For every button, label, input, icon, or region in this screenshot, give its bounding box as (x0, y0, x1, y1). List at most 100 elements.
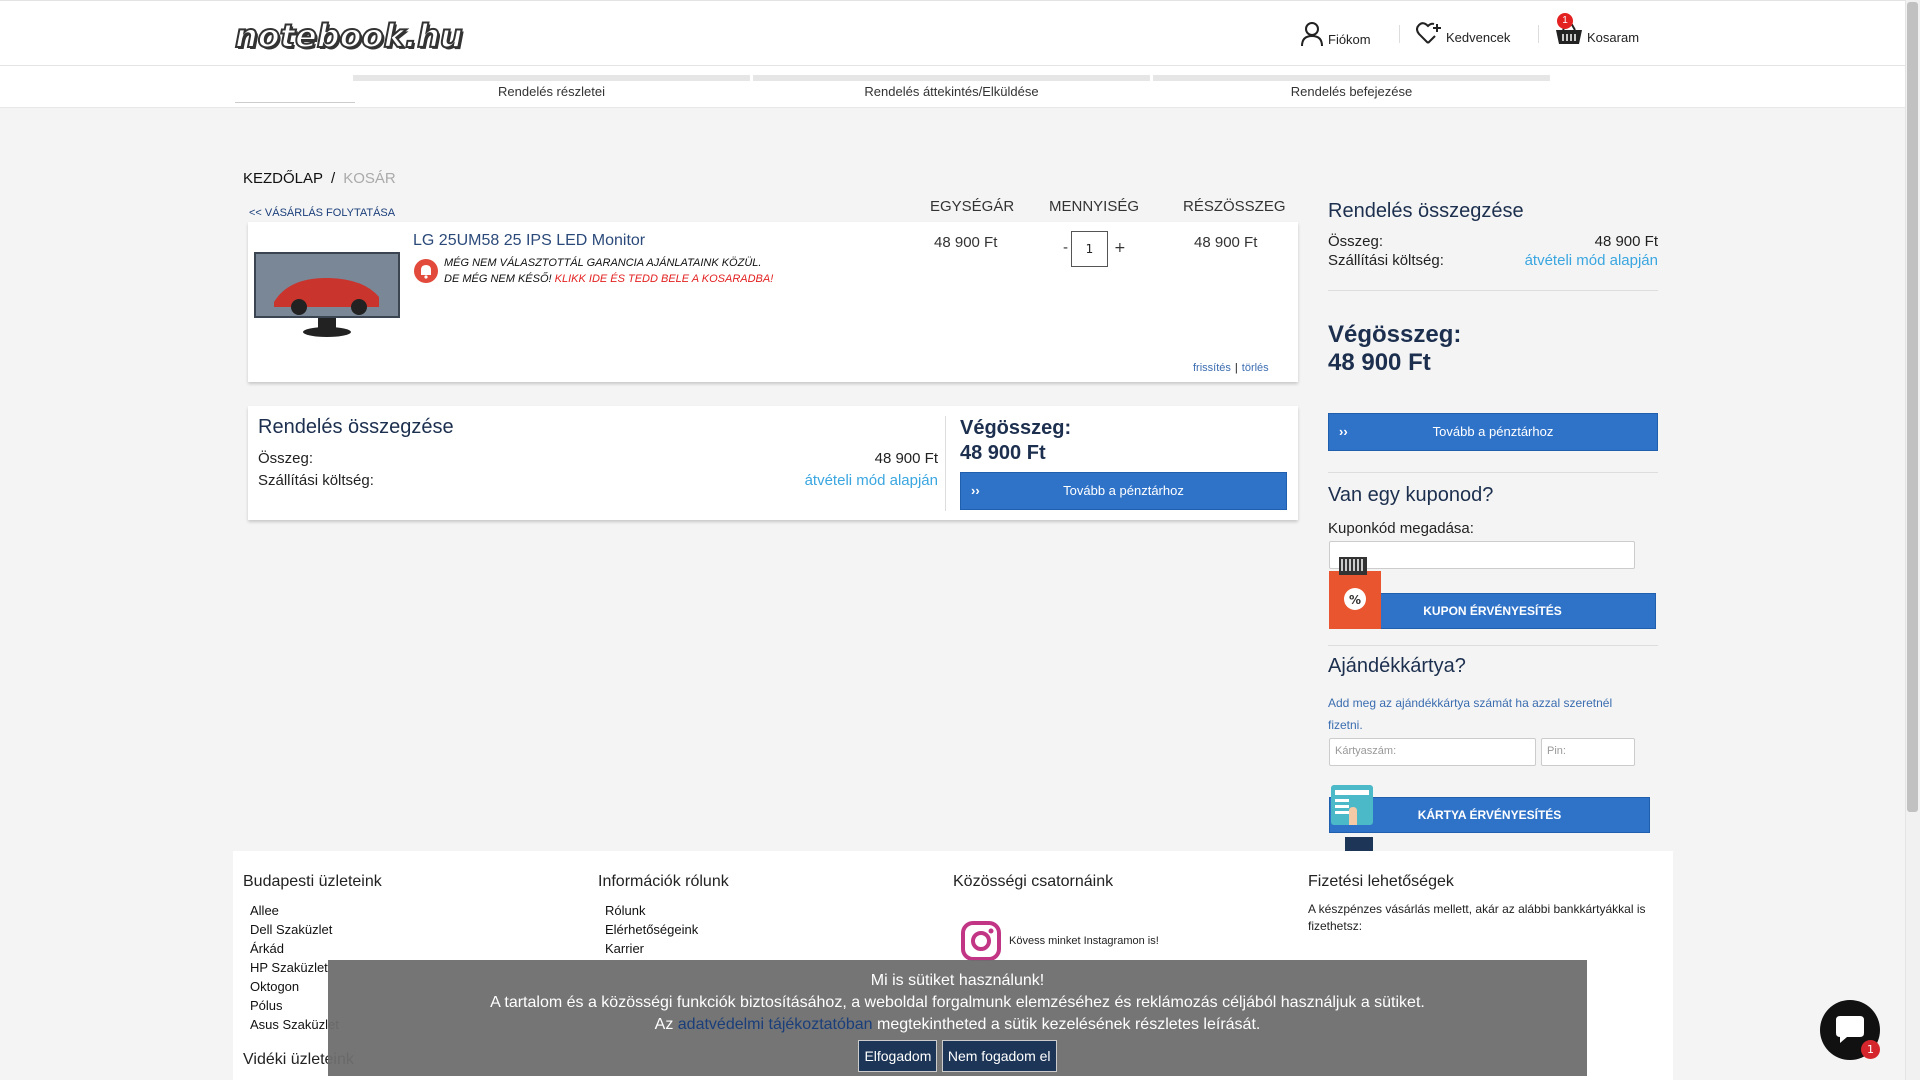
giftcard-button-label: KÁRTYA ÉRVÉNYESÍTÉS (1417, 808, 1562, 822)
checkout-button[interactable]: ›› Tovább a pénztárhoz (960, 472, 1287, 510)
footer-social-column: Közösségi csatornáink Kövess minket Inst… (953, 873, 1159, 961)
summary-divider (945, 416, 946, 511)
warranty-warning-line1: MÉG NEM VÁLASZTOTTÁL GARANCIA AJÁNLATAIN… (444, 257, 762, 269)
delete-link[interactable]: törlés (1242, 362, 1269, 374)
footer-info-link[interactable]: Karrier (605, 939, 729, 958)
cart-link[interactable]: 1 Kosaram (1555, 13, 1639, 45)
breadcrumb: KEZDŐLAP / KOSÁR (243, 170, 396, 187)
cookie-line2-suffix: megtekintheted a sütik kezelésének részl… (877, 1016, 1261, 1033)
privacy-policy-link[interactable]: adatvédelmi tájékoztatóban (678, 1016, 873, 1033)
coupon-title: Van egy kuponod? (1328, 484, 1494, 506)
footer-info-title: Információk rólunk (598, 873, 729, 890)
user-icon (1301, 22, 1323, 47)
warranty-add-link[interactable]: KLIKK IDE ÉS TEDD BELE A KOSARADBA! (555, 273, 774, 285)
favorites-label: Kedvencek (1446, 30, 1511, 45)
footer-info-link[interactable]: Elérhetőségeink (605, 920, 729, 939)
double-chevron-icon: ›› (971, 483, 980, 498)
giftcard-pin-input[interactable]: Pin: (1541, 738, 1635, 766)
cookie-banner: Mi is sütiket használunk! A tartalom és … (328, 960, 1587, 1076)
checkout-button-label: Tovább a pénztárhoz (1063, 483, 1184, 498)
sidebar-summary-title: Rendelés összegzése (1328, 200, 1524, 222)
page-scrollbar[interactable] (1905, 0, 1920, 1080)
chat-unread-badge: 1 (1861, 1040, 1880, 1059)
instagram-text: Kövess minket Instagramon is! (1009, 935, 1159, 947)
favorites-link[interactable]: Kedvencek (1416, 21, 1510, 45)
item-subtotal: 48 900 Ft (1194, 234, 1258, 251)
bell-icon (414, 259, 438, 283)
step-label: Rendelés részletei (498, 84, 605, 99)
site-logo[interactable]: notebook.hu (234, 16, 464, 56)
shipping-label: Szállítási költség: (1328, 252, 1444, 269)
cart-count-badge: 1 (1557, 13, 1573, 29)
footer-payment-text: A készpénzes vásárlás mellett, akár az a… (1308, 902, 1646, 933)
footer-stores-title: Budapesti üzleteink (243, 873, 382, 890)
breadcrumb-home[interactable]: KEZDŐLAP (243, 170, 323, 187)
quantity-decrease-button[interactable]: - (1063, 240, 1068, 256)
product-image[interactable] (254, 252, 400, 340)
grand-total-value: 48 900 Ft (1328, 349, 1431, 376)
row-actions: frissítés | törlés (1193, 362, 1269, 374)
footer-social-title: Közösségi csatornáink (953, 873, 1114, 890)
giftcard-submit-button[interactable]: KÁRTYA ÉRVÉNYESÍTÉS (1329, 797, 1650, 833)
footer-store-link[interactable]: Árkád (250, 939, 382, 958)
double-chevron-icon: ›› (1339, 424, 1348, 439)
checkout-steps: Rendelés részletei Rendelés áttekintés/E… (0, 66, 1905, 108)
coupon-tag-icon: % (1329, 557, 1381, 629)
refresh-link[interactable]: frissítés (1193, 362, 1231, 374)
sidebar-checkout-button[interactable]: ›› Tovább a pénztárhoz (1328, 413, 1658, 451)
sidebar-grand-total: Végösszeg: 48 900 Ft (1328, 321, 1658, 377)
footer-store-link[interactable]: Allee (250, 901, 382, 920)
footer-info-list: Rólunk Elérhetőségeink Karrier (605, 901, 729, 958)
pipe-separator: | (1234, 362, 1238, 374)
cookie-title: Mi is sütiket használunk! (870, 972, 1045, 989)
breadcrumb-separator: / (331, 170, 336, 187)
account-link[interactable]: Fiókom (1300, 21, 1371, 47)
gift-card-icon (1331, 785, 1373, 851)
site-header: notebook.hu Fiókom Kedvencek 1 Kosaram (0, 0, 1905, 66)
step-bar (1153, 75, 1550, 81)
product-name[interactable]: LG 25UM58 25 IPS LED Monitor (413, 232, 645, 250)
grand-total-label: Végösszeg: (1328, 321, 1462, 348)
header-divider (1538, 25, 1539, 43)
instagram-link[interactable]: Kövess minket Instagramon is! (961, 921, 1159, 961)
quantity-input[interactable]: 1 (1071, 231, 1108, 267)
cookie-accept-button[interactable]: Elfogadom (858, 1040, 938, 1072)
warranty-warning-line2: DE MÉG NEM KÉSŐ! (444, 273, 552, 285)
sidebar-divider (1328, 290, 1658, 291)
sum-label: Összeg: (258, 450, 314, 467)
sum-value: 48 900 Ft (1594, 233, 1658, 250)
summary-title: Rendelés összegzése (258, 416, 454, 438)
continue-shopping-link[interactable]: << VÁSÁRLÁS FOLYTATÁSA (249, 207, 395, 219)
footer-info-column: Információk rólunk Rólunk Elérhetőségein… (598, 873, 729, 958)
subtotal-header: RÉSZÖSSZEG (1183, 198, 1286, 215)
coupon-button-label: KUPON ÉRVÉNYESÍTÉS (1423, 604, 1562, 618)
quantity-increase-button[interactable]: + (1114, 240, 1126, 256)
summary-shipping-row: Szállítási költség: átvételi mód alapján (258, 472, 938, 489)
grand-total-value: 48 900 Ft (960, 442, 1046, 464)
step-cart-underline (235, 102, 355, 103)
coupon-label: Kuponkód megadása: (1328, 520, 1474, 537)
basket-icon-wrap: 1 (1555, 13, 1583, 45)
grand-total-label: Végösszeg: (960, 417, 1072, 439)
sum-label: Összeg: (1328, 233, 1384, 250)
step-order-details: Rendelés részletei (353, 75, 750, 103)
breadcrumb-current: KOSÁR (343, 170, 396, 187)
cookie-decline-button[interactable]: Nem fogadom el (941, 1040, 1057, 1072)
giftcard-title: Ajándékkártya? (1328, 655, 1466, 677)
giftcard-number-input[interactable]: Kártyaszám: (1329, 738, 1536, 766)
account-label: Fiókom (1328, 32, 1371, 47)
footer-info-link[interactable]: Rólunk (605, 901, 729, 920)
checkout-button-label: Tovább a pénztárhoz (1432, 424, 1554, 439)
step-bar (353, 75, 750, 81)
footer-store-link[interactable]: Dell Szaküzlet (250, 920, 382, 939)
step-bar (753, 75, 1150, 81)
footer-payment-column: Fizetési lehetőségek A készpénzes vásárl… (1308, 873, 1658, 935)
sum-value: 48 900 Ft (874, 450, 938, 467)
svg-text:%: % (1349, 593, 1361, 607)
scrollbar-thumb[interactable] (1907, 2, 1918, 812)
cookie-line2-prefix: Az (654, 1016, 674, 1033)
sidebar-sum-row: Összeg: 48 900 Ft (1328, 233, 1658, 250)
step-order-review: Rendelés áttekintés/Elküldése (753, 75, 1150, 103)
sidebar-divider (1328, 645, 1658, 646)
step-label: Rendelés áttekintés/Elküldése (864, 84, 1039, 99)
